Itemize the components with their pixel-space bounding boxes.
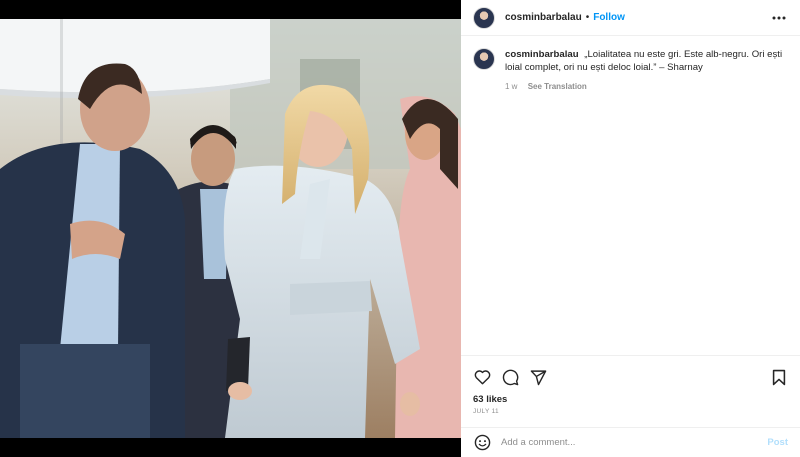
action-icons xyxy=(473,364,788,390)
header-separator: • xyxy=(585,12,590,23)
post-media xyxy=(0,0,461,457)
post-header: cosminbarbalau • Follow xyxy=(461,0,800,36)
instagram-post-modal: cosminbarbalau • Follow cosminbarbalau „… xyxy=(0,0,800,457)
comment-input[interactable] xyxy=(501,437,768,448)
post-comment-button[interactable]: Post xyxy=(767,437,788,448)
emoji-button[interactable] xyxy=(473,434,491,452)
photo-illustration xyxy=(0,19,461,438)
post-date[interactable]: JULY 11 xyxy=(473,408,788,415)
more-options-button[interactable] xyxy=(770,9,788,27)
post-photo[interactable] xyxy=(0,19,461,438)
share-button[interactable] xyxy=(529,368,547,386)
add-comment-bar: Post xyxy=(461,427,800,457)
share-icon xyxy=(530,369,546,385)
comment-button[interactable] xyxy=(501,368,519,386)
author-avatar[interactable] xyxy=(473,6,495,29)
post-side-panel: cosminbarbalau • Follow cosminbarbalau „… xyxy=(461,0,800,457)
caption-body: cosminbarbalau „Loialitatea nu este gri.… xyxy=(505,48,788,93)
caption-age[interactable]: 1 w xyxy=(505,82,517,91)
author-username[interactable]: cosminbarbalau xyxy=(505,12,582,23)
follow-button[interactable]: Follow xyxy=(593,12,625,23)
comment-icon xyxy=(502,369,518,385)
caption-meta: 1 w See Translation xyxy=(505,80,788,93)
see-translation-link[interactable]: See Translation xyxy=(528,82,587,91)
caption-avatar[interactable] xyxy=(473,48,495,70)
bookmark-icon xyxy=(772,369,786,385)
emoji-icon xyxy=(474,434,490,451)
caption-username[interactable]: cosminbarbalau xyxy=(505,49,579,60)
more-horizontal-icon xyxy=(772,16,786,19)
like-button[interactable] xyxy=(473,368,491,386)
heart-icon xyxy=(474,370,490,385)
post-actions: 63 likes JULY 11 xyxy=(461,355,800,427)
caption: cosminbarbalau „Loialitatea nu este gri.… xyxy=(473,48,788,93)
likes-count[interactable]: 63 likes xyxy=(473,394,788,405)
save-button[interactable] xyxy=(770,368,788,386)
